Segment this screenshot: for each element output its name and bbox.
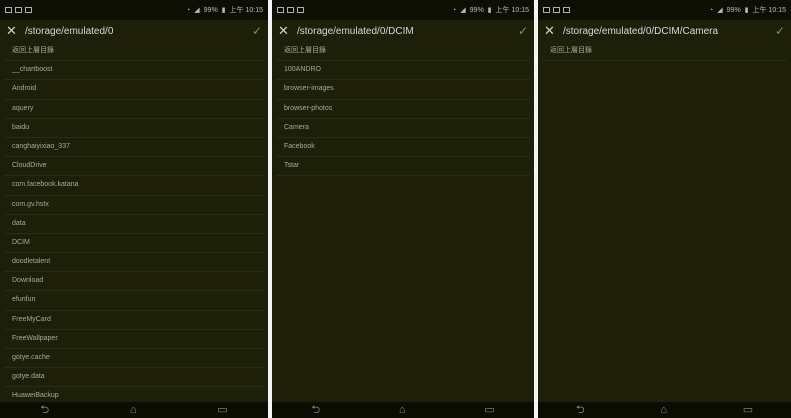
back-icon[interactable]: ⮌ (311, 402, 320, 418)
folder-item[interactable]: Facebook (276, 138, 530, 158)
parent-directory-item[interactable]: 返回上層目錄 (4, 42, 264, 62)
status-bar: ◔ ◢ 99% ▮ 上午 10:15 (0, 0, 268, 20)
file-browser-panel: ◔ ◢ 99% ▮ 上午 10:15 ✕ /storage/emulated/0… (538, 0, 791, 418)
folder-item[interactable]: baidu (4, 119, 264, 138)
notification-icon (563, 7, 570, 13)
folder-list: 返回上層目錄 100ANDRO browser-images browser-phot… (272, 42, 534, 177)
folder-item[interactable]: aquery (4, 100, 264, 119)
folder-item[interactable]: Camera (276, 119, 530, 138)
notification-icon (5, 7, 12, 13)
notification-icon (553, 7, 560, 13)
recent-apps-icon[interactable]: ▭ (217, 402, 227, 418)
clock: 上午 10:15 (229, 7, 263, 14)
signal-icon: ◢ (194, 7, 200, 14)
status-bar: ◔ ◢ 99% ▮ 上午 10:15 (538, 0, 791, 20)
folder-list: 返回上層目錄 (538, 42, 791, 62)
folder-item[interactable]: doodletalent (4, 253, 264, 273)
wifi-icon: ◔ (452, 6, 457, 14)
home-icon[interactable]: ⌂ (130, 402, 137, 418)
folder-item[interactable]: Download (4, 272, 264, 292)
title-bar: ✕ /storage/emulated/0/DCIM ✓ (272, 20, 534, 42)
folder-item[interactable]: browser-photos (276, 100, 530, 119)
navigation-bar: ⮌ ⌂ ▭ (0, 402, 268, 418)
close-icon[interactable]: ✕ (544, 23, 558, 39)
folder-item[interactable]: FreeMyCard (4, 311, 264, 330)
confirm-check-icon[interactable]: ✓ (252, 24, 262, 38)
notification-icon (297, 7, 304, 13)
file-browser-panel: ◔ ◢ 99% ▮ 上午 10:15 ✕ /storage/emulated/0… (0, 0, 268, 418)
folder-item[interactable]: gotye.cache (4, 349, 264, 369)
recent-apps-icon[interactable]: ▭ (484, 402, 494, 418)
folder-item[interactable]: CloudDrive (4, 157, 264, 177)
close-icon[interactable]: ✕ (6, 23, 20, 39)
notification-icons (5, 7, 32, 13)
battery-label: 99% (203, 6, 218, 14)
folder-list: 返回上層目錄 __chartboost Android aquery baidu cang… (0, 42, 268, 418)
folder-item[interactable]: Android (4, 80, 264, 100)
battery-label: 99% (726, 6, 741, 14)
current-path: /storage/emulated/0/DCIM (297, 25, 414, 37)
notification-icons (277, 7, 304, 13)
wifi-icon: ◔ (186, 6, 191, 14)
notification-icon (25, 7, 32, 13)
notification-icon (543, 7, 550, 13)
notification-icon (277, 7, 284, 13)
back-icon[interactable]: ⮌ (576, 402, 585, 418)
folder-item[interactable]: Tstar (276, 157, 530, 177)
folder-item[interactable]: gotye.data (4, 368, 264, 388)
folder-item[interactable]: DCIM (4, 234, 264, 254)
title-bar: ✕ /storage/emulated/0 ✓ (0, 20, 268, 42)
folder-item[interactable]: efunfun (4, 291, 264, 311)
close-icon[interactable]: ✕ (278, 23, 292, 39)
notification-icon (15, 7, 22, 13)
battery-icon: ▮ (487, 7, 492, 14)
folder-item[interactable]: data (4, 215, 264, 234)
folder-item[interactable]: com.facebook.katana (4, 176, 264, 196)
notification-icon (287, 7, 294, 13)
confirm-check-icon[interactable]: ✓ (518, 24, 528, 38)
home-icon[interactable]: ⌂ (660, 402, 667, 418)
status-bar: ◔ ◢ 99% ▮ 上午 10:15 (272, 0, 534, 20)
folder-item[interactable]: browser-images (276, 80, 530, 100)
navigation-bar: ⮌ ⌂ ▭ (538, 402, 791, 418)
file-browser-panel: ◔ ◢ 99% ▮ 上午 10:15 ✕ /storage/emulated/0… (272, 0, 534, 418)
folder-item[interactable]: 100ANDRO (276, 61, 530, 81)
clock: 上午 10:15 (495, 7, 529, 14)
parent-directory-item[interactable]: 返回上層目錄 (542, 42, 787, 62)
battery-label: 99% (469, 6, 484, 14)
clock: 上午 10:15 (752, 7, 786, 14)
current-path: /storage/emulated/0 (25, 25, 114, 37)
signal-icon: ◢ (717, 7, 723, 14)
navigation-bar: ⮌ ⌂ ▭ (272, 402, 534, 418)
wifi-icon: ◔ (709, 6, 714, 14)
current-path: /storage/emulated/0/DCIM/Camera (563, 25, 719, 37)
signal-icon: ◢ (460, 7, 466, 14)
title-bar: ✕ /storage/emulated/0/DCIM/Camera ✓ (538, 20, 791, 42)
recent-apps-icon[interactable]: ▭ (743, 402, 753, 418)
battery-icon: ▮ (221, 7, 226, 14)
notification-icons (543, 7, 570, 13)
folder-item[interactable]: __chartboost (4, 61, 264, 81)
home-icon[interactable]: ⌂ (399, 402, 406, 418)
folder-item[interactable]: com.gv.hstx (4, 196, 264, 215)
folder-item[interactable]: canghaiyixiao_337 (4, 138, 264, 158)
back-icon[interactable]: ⮌ (40, 402, 49, 418)
battery-icon: ▮ (744, 7, 749, 14)
folder-item[interactable]: FreeWallpaper (4, 330, 264, 349)
confirm-check-icon[interactable]: ✓ (775, 24, 785, 38)
parent-directory-item[interactable]: 返回上層目錄 (276, 42, 530, 62)
